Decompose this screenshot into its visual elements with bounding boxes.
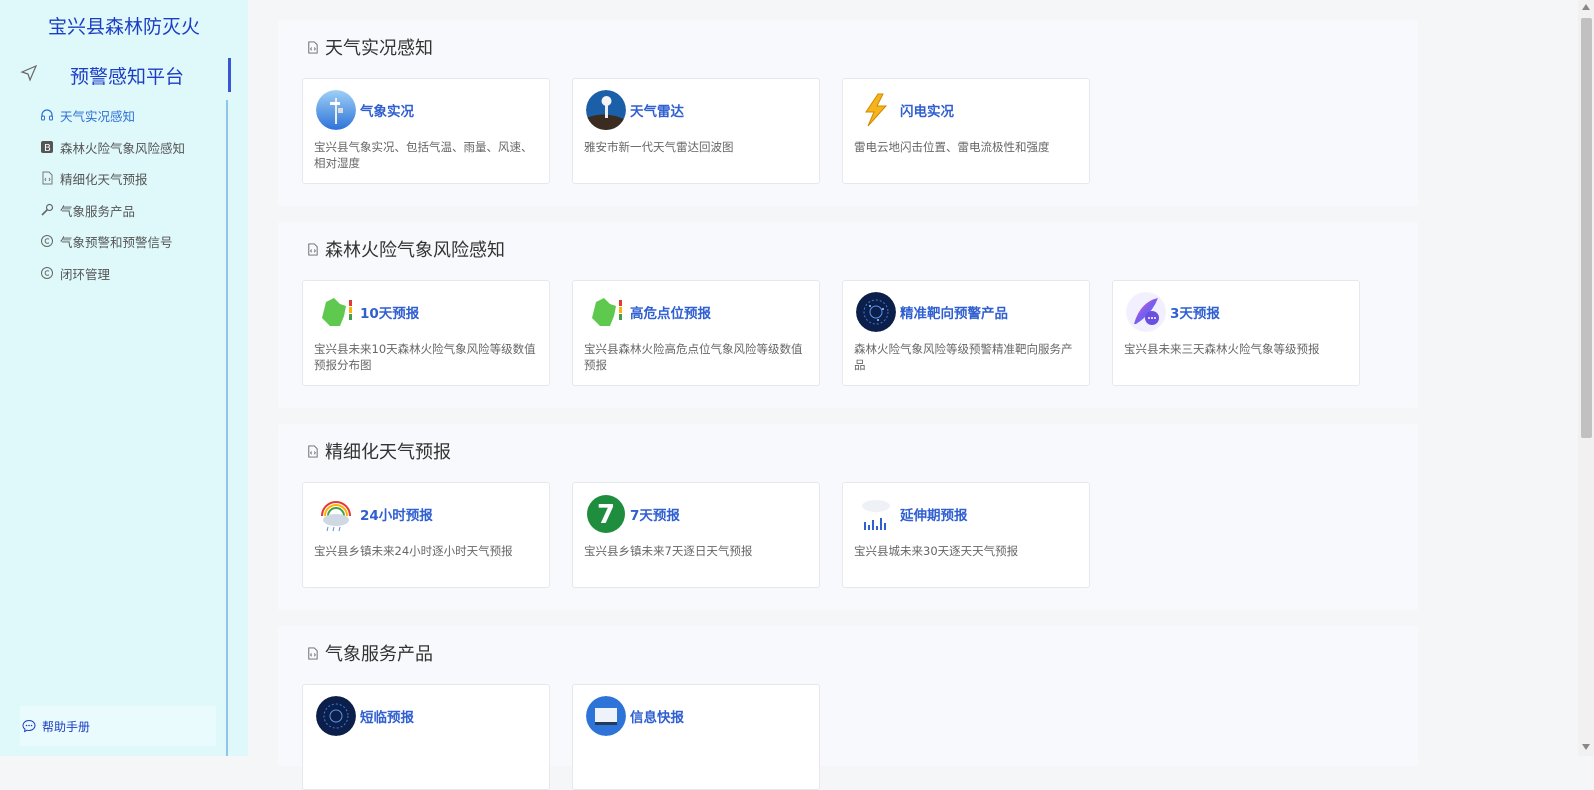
bar-chart-cloud-icon [856, 494, 896, 534]
card-extended-forecast[interactable]: 延伸期预报 宝兴县城未来30天逐天天气预报 [842, 482, 1090, 588]
card-weather-radar[interactable]: 天气雷达 雅安市新一代天气雷达回波图 [572, 78, 820, 184]
card-3-day-forecast[interactable]: 3天预报 宝兴县未来三天森林火险气象等级预报 [1112, 280, 1360, 386]
globe-network-icon [316, 696, 356, 736]
rainbow-cloud-icon [316, 494, 356, 534]
number-seven-icon: 7 [587, 495, 625, 533]
card-description: 雷电云地闪击位置、雷电流极性和强度 [854, 140, 1050, 154]
scroll-down-arrow-icon[interactable] [1582, 744, 1590, 750]
code-file-icon [308, 444, 318, 458]
sidebar-item-fine-forecast[interactable]: 精细化天气预报 [40, 167, 148, 189]
card-10-day-forecast[interactable]: 10天预报 宝兴县未来10天森林火险气象风险等级数值预报分布图 [302, 280, 550, 386]
main-content: 天气实况感知 气象实况 宝兴县气象实况、包括气温、雨量、风速、相对湿度 天气雷达… [248, 0, 1578, 790]
card-description: 森林火险气象风险等级预警精准靶向服务产品 [854, 342, 1073, 372]
card-description: 宝兴县未来10天森林火险气象风险等级数值预报分布图 [314, 342, 536, 372]
card-title: 闪电实况 [900, 104, 954, 120]
card-title: 24小时预报 [360, 508, 433, 524]
code-file-icon [308, 40, 318, 54]
card-description: 宝兴县乡镇未来24小时逐小时天气预报 [314, 544, 513, 558]
section-weather-live: 天气实况感知 气象实况 宝兴县气象实况、包括气温、雨量、风速、相对湿度 天气雷达… [278, 20, 1418, 206]
sidebar-item-label: 精细化天气预报 [60, 171, 148, 187]
code-file-icon [308, 646, 318, 660]
sidebar-item-closed-loop[interactable]: 闭环管理 [40, 262, 110, 284]
copyright-icon [41, 267, 53, 279]
card-description: 宝兴县城未来30天逐天天气预报 [854, 544, 1019, 558]
sidebar-item-label: 闭环管理 [60, 266, 111, 282]
card-weather-observation[interactable]: 气象实况 宝兴县气象实况、包括气温、雨量、风速、相对湿度 [302, 78, 550, 184]
card-targeted-warning[interactable]: 精准靶向预警产品 森林火险气象风险等级预警精准靶向服务产品 [842, 280, 1090, 386]
card-title: 7天预报 [630, 508, 680, 524]
card-description: 宝兴县森林火险高危点位气象风险等级数值预报 [584, 342, 803, 372]
card-title: 延伸期预报 [900, 508, 968, 524]
card-title: 10天预报 [360, 306, 420, 322]
section-title: 精细化天气预报 [325, 442, 451, 463]
section-title: 气象服务产品 [325, 644, 433, 665]
nav-platform[interactable]: 预警感知平台 [0, 58, 231, 92]
wrench-icon [41, 203, 54, 216]
card-24-hour-forecast[interactable]: 24小时预报 宝兴县乡镇未来24小时逐小时天气预报 [302, 482, 550, 588]
svg-text:B: B [44, 143, 51, 154]
section-fine-forecast: 精细化天气预报 24小时预报 宝兴县乡镇未来24小时逐小时天气预报 7 7天预报… [278, 424, 1418, 610]
map-region-icon [316, 292, 356, 332]
card-title: 信息快报 [630, 710, 684, 726]
card-title: 3天预报 [1170, 306, 1220, 322]
card-title: 气象实况 [360, 104, 414, 120]
map-region-icon [586, 292, 626, 332]
nav-platform-label: 预警感知平台 [70, 66, 185, 88]
card-title: 短临预报 [360, 710, 414, 726]
scrollbar-thumb[interactable] [1581, 18, 1592, 438]
radar-dome-icon [586, 90, 626, 130]
b-badge-icon: B [41, 141, 53, 154]
card-description: 雅安市新一代天气雷达回波图 [584, 140, 734, 154]
sidebar-item-services[interactable]: 气象服务产品 [40, 199, 135, 221]
card-7-day-forecast[interactable]: 7 7天预报 宝兴县乡镇未来7天逐日天气预报 [572, 482, 820, 588]
headset-icon [41, 109, 53, 121]
sidebar-item-weather-live[interactable]: 天气实况感知 [40, 104, 135, 126]
sidebar: 宝兴县森林防灭火 预警感知平台 天气实况感知 B 森林火险气象风险感知 精细化天… [0, 0, 248, 756]
code-file-icon [42, 171, 53, 185]
chat-bubble-icon [22, 719, 36, 733]
section-header: 天气实况感知 [306, 34, 433, 60]
sidebar-item-warnings[interactable]: 气象预警和预警信号 [40, 230, 173, 252]
section-title: 天气实况感知 [325, 38, 433, 59]
chat-feather-icon [1126, 292, 1166, 332]
section-header: 气象服务产品 [306, 640, 433, 666]
card-lightning[interactable]: 闪电实况 雷电云地闪击位置、雷电流极性和强度 [842, 78, 1090, 184]
scanner-icon [586, 696, 626, 736]
card-description: 宝兴县气象实况、包括气温、雨量、风速、相对湿度 [314, 140, 533, 170]
sidebar-item-label: 气象服务产品 [60, 203, 136, 219]
section-header: 精细化天气预报 [306, 438, 451, 464]
help-manual-label: 帮助手册 [42, 719, 91, 734]
help-manual-link[interactable]: 帮助手册 [20, 706, 216, 746]
card-high-risk-points[interactable]: 高危点位预报 宝兴县森林火险高危点位气象风险等级数值预报 [572, 280, 820, 386]
sidebar-item-fire-risk[interactable]: B 森林火险气象风险感知 [40, 136, 185, 158]
card-title: 精准靶向预警产品 [900, 306, 1008, 322]
card-title: 高危点位预报 [630, 306, 711, 322]
lightning-icon [856, 90, 896, 130]
scroll-up-arrow-icon[interactable] [1582, 4, 1590, 10]
seven-badge-glyph: 7 [597, 500, 615, 530]
sidebar-item-label: 气象预警和预警信号 [60, 234, 173, 250]
card-description: 宝兴县未来三天森林火险气象等级预报 [1124, 342, 1320, 356]
card-description: 宝兴县乡镇未来7天逐日天气预报 [584, 544, 753, 558]
card-info-bulletin[interactable]: 信息快报 [572, 684, 820, 790]
section-title: 森林火险气象风险感知 [325, 240, 505, 261]
app-title: 宝兴县森林防灭火 [47, 16, 200, 38]
copyright-icon [41, 235, 53, 247]
nav-divider [226, 100, 228, 756]
card-title: 天气雷达 [630, 104, 684, 120]
section-fire-risk: 森林火险气象风险感知 10天预报 宝兴县未来10天森林火险气象风险等级数值预报分… [278, 222, 1418, 408]
weather-station-icon [316, 90, 356, 130]
card-nowcast[interactable]: 短临预报 [302, 684, 550, 790]
sidebar-item-label: 森林火险气象风险感知 [60, 140, 186, 156]
send-arrow-icon [20, 64, 38, 82]
globe-network-icon [856, 292, 896, 332]
code-file-icon [308, 242, 318, 256]
section-header: 森林火险气象风险感知 [306, 236, 505, 262]
section-services: 气象服务产品 短临预报 信息快报 [278, 626, 1418, 790]
sidebar-item-label: 天气实况感知 [60, 108, 136, 124]
